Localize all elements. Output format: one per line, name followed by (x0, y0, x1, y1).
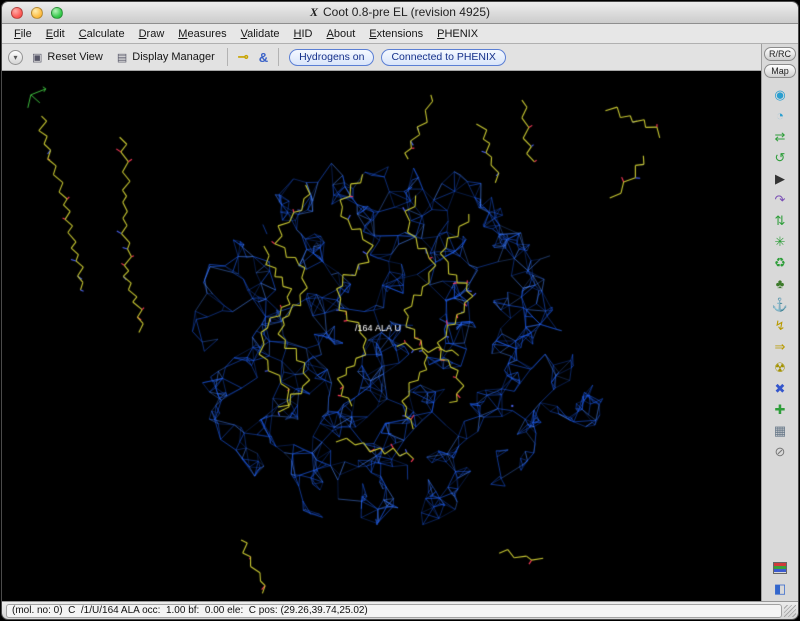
menu-extensions[interactable]: Extensions (362, 26, 430, 42)
bottom-icons: ◧ (767, 557, 793, 599)
map-button[interactable]: Map (764, 64, 796, 78)
menu-hid[interactable]: HID (287, 26, 320, 42)
chevron-down-icon: ▾ (13, 53, 17, 62)
redo-icon[interactable]: ↷ (767, 189, 793, 210)
branch-icon[interactable]: ♣ (767, 273, 793, 294)
rgb-icon[interactable] (767, 557, 793, 578)
bolt-icon[interactable]: ↯ (767, 315, 793, 336)
right-sidebar: R/RC Map ◉◔⇄↺▶↷⇅✳♻♣⚓↯⇒☢✖✚▦⊘ ◧ (761, 44, 798, 601)
menu-file[interactable]: File (7, 26, 39, 42)
close-button[interactable] (11, 7, 23, 19)
phenix-connection-button[interactable]: Connected to PHENIX (381, 49, 505, 66)
go-to-atom-icon[interactable]: ⊸ (235, 49, 252, 65)
reset-view-button[interactable]: ▣ Reset View (27, 49, 108, 66)
radiation-icon[interactable]: ☢ (767, 357, 793, 378)
menu-about[interactable]: About (320, 26, 363, 42)
coot-window: X Coot 0.8-pre EL (revision 4925) FileEdi… (1, 1, 799, 620)
menu-calculate[interactable]: Calculate (72, 26, 132, 42)
viewport-container (2, 71, 761, 601)
traffic-lights (11, 7, 63, 19)
menu-validate[interactable]: Validate (234, 26, 287, 42)
window-title-text: Coot 0.8-pre EL (revision 4925) (323, 5, 490, 19)
minimize-button[interactable] (31, 7, 43, 19)
rrc-button[interactable]: R/RC (764, 47, 796, 61)
display-manager-button[interactable]: ▤ Display Manager (112, 49, 220, 66)
toolbar-separator (227, 48, 228, 66)
hydrogens-toggle-button[interactable]: Hydrogens on (289, 49, 374, 66)
reset-view-icon: ▣ (32, 51, 42, 64)
titlebar[interactable]: X Coot 0.8-pre EL (revision 4925) (2, 2, 798, 24)
recycle-icon[interactable]: ♻ (767, 252, 793, 273)
refine-arrows-icon[interactable]: ⇄ (767, 126, 793, 147)
molecular-viewport[interactable] (2, 71, 761, 601)
left-column: ▾ ▣ Reset View ▤ Display Manager ⊸ & Hyd… (2, 44, 761, 601)
grid-icon[interactable]: ▦ (767, 420, 793, 441)
clock-icon[interactable]: ◔ (767, 105, 793, 126)
icon-strip: ◉◔⇄↺▶↷⇅✳♻♣⚓↯⇒☢✖✚▦⊘ ◧ (762, 84, 798, 599)
add-residue-icon[interactable]: ✚ (767, 399, 793, 420)
mutate-icon[interactable]: ⇒ (767, 336, 793, 357)
display-icon[interactable]: ◧ (767, 578, 793, 599)
ligand-icon[interactable]: & (256, 50, 271, 65)
menu-measures[interactable]: Measures (171, 26, 233, 42)
display-manager-label: Display Manager (132, 51, 215, 63)
undo-icon[interactable]: ↺ (767, 147, 793, 168)
toolbar-separator (278, 48, 279, 66)
menu-edit[interactable]: Edit (39, 26, 72, 42)
menubar: FileEditCalculateDrawMeasuresValidateHID… (2, 24, 798, 44)
rotamer-icon[interactable]: ✳ (767, 231, 793, 252)
toolbar-overflow-button[interactable]: ▾ (8, 50, 23, 65)
toolbar: ▾ ▣ Reset View ▤ Display Manager ⊸ & Hyd… (2, 44, 761, 71)
menu-phenix[interactable]: PHENIX (430, 26, 485, 42)
delete-cross-icon[interactable]: ✖ (767, 378, 793, 399)
reset-view-label: Reset View (47, 51, 102, 63)
content-row: ▾ ▣ Reset View ▤ Display Manager ⊸ & Hyd… (2, 44, 798, 601)
main-icons: ◉◔⇄↺▶↷⇅✳♻♣⚓↯⇒☢✖✚▦⊘ (767, 84, 793, 462)
play-icon[interactable]: ▶ (767, 168, 793, 189)
statusbar: (mol. no: 0) C /1/U/164 ALA occ: 1.00 bf… (2, 601, 798, 619)
model-sphere-icon[interactable]: ◉ (767, 84, 793, 105)
display-manager-icon: ▤ (117, 51, 127, 64)
anchor-icon[interactable]: ⚓ (767, 294, 793, 315)
flip-icon[interactable]: ⇅ (767, 210, 793, 231)
atom-status-text: (mol. no: 0) C /1/U/164 ALA occ: 1.00 bf… (6, 604, 782, 618)
eraser-icon[interactable]: ⊘ (767, 441, 793, 462)
menu-draw[interactable]: Draw (132, 26, 172, 42)
x11-icon: X (310, 5, 318, 19)
zoom-button[interactable] (51, 7, 63, 19)
window-title: X Coot 0.8-pre EL (revision 4925) (2, 5, 798, 20)
resize-grip[interactable] (784, 605, 796, 617)
